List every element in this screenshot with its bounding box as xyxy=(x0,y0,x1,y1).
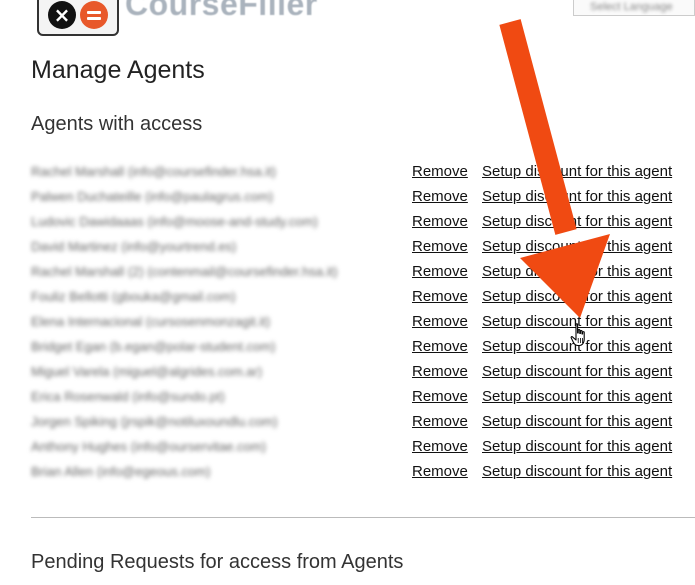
section-divider xyxy=(31,517,695,518)
remove-agent-link[interactable]: Remove xyxy=(412,238,468,255)
agent-row: Palwen Duchateille (info@paulagrus.com) … xyxy=(0,185,695,210)
agent-row: Erica Rosenwald (info@sundo.pt) Remove S… xyxy=(0,385,695,410)
setup-discount-link[interactable]: Setup discount for this agent xyxy=(482,388,672,405)
agents-section-title: Agents with access xyxy=(31,113,203,135)
setup-discount-link[interactable]: Setup discount for this agent xyxy=(482,238,672,255)
setup-discount-link[interactable]: Setup discount for this agent xyxy=(482,213,672,230)
agent-name: Jorgen Spiking (jrspik@notiluxoundlu.com… xyxy=(31,414,278,429)
setup-discount-link[interactable]: Setup discount for this agent xyxy=(482,288,672,305)
agent-list: Rachel Marshall (info@coursefinder.hsa.i… xyxy=(0,160,695,485)
language-select[interactable]: Select Language xyxy=(573,0,695,16)
language-select-label: Select Language xyxy=(590,1,673,13)
logo[interactable]: × xyxy=(37,0,119,36)
agent-row: Elena Internacional (cursosenmonzagit.it… xyxy=(0,310,695,335)
setup-discount-link[interactable]: Setup discount for this agent xyxy=(482,463,672,480)
remove-agent-link[interactable]: Remove xyxy=(412,363,468,380)
agent-row: Brian Allen (info@egeous.com) Remove Set… xyxy=(0,460,695,485)
remove-agent-link[interactable]: Remove xyxy=(412,288,468,305)
agent-row: Ludovic Dawidaaas (info@moose-and-study.… xyxy=(0,210,695,235)
equals-logo-icon xyxy=(80,1,108,29)
agent-row: Fouliz Bellotti (gbouka@gmail.com) Remov… xyxy=(0,285,695,310)
agent-name: Elena Internacional (cursosenmonzagit.it… xyxy=(31,314,271,329)
remove-agent-link[interactable]: Remove xyxy=(412,188,468,205)
agent-name: Anthony Hughes (info@ourservitae.com) xyxy=(31,439,267,454)
setup-discount-link[interactable]: Setup discount for this agent xyxy=(482,188,672,205)
setup-discount-link[interactable]: Setup discount for this agent xyxy=(482,363,672,380)
agent-row: Anthony Hughes (info@ourservitae.com) Re… xyxy=(0,435,695,460)
agent-row: Bridget Egan (b.egan@polar-student.com) … xyxy=(0,335,695,360)
remove-agent-link[interactable]: Remove xyxy=(412,438,468,455)
pending-requests-title: Pending Requests for access from Agents xyxy=(31,551,404,573)
remove-agent-link[interactable]: Remove xyxy=(412,413,468,430)
setup-discount-link[interactable]: Setup discount for this agent xyxy=(482,313,672,330)
setup-discount-link[interactable]: Setup discount for this agent xyxy=(482,438,672,455)
remove-agent-link[interactable]: Remove xyxy=(412,313,468,330)
close-logo-icon: × xyxy=(48,1,76,29)
agent-name: Brian Allen (info@egeous.com) xyxy=(31,464,211,479)
agent-name: Erica Rosenwald (info@sundo.pt) xyxy=(31,389,225,404)
agent-name: Miguel Varela (miguel@algrides.com.ar) xyxy=(31,364,263,379)
setup-discount-link[interactable]: Setup discount for this agent xyxy=(482,163,672,180)
remove-agent-link[interactable]: Remove xyxy=(412,388,468,405)
page-title: Manage Agents xyxy=(31,56,205,84)
remove-agent-link[interactable]: Remove xyxy=(412,163,468,180)
setup-discount-link[interactable]: Setup discount for this agent xyxy=(482,338,672,355)
agent-row: Jorgen Spiking (jrspik@notiluxoundlu.com… xyxy=(0,410,695,435)
agent-row: Rachel Marshall (2) (contenmail@coursefi… xyxy=(0,260,695,285)
agent-name: Palwen Duchateille (info@paulagrus.com) xyxy=(31,189,274,204)
agent-name: Rachel Marshall (2) (contenmail@coursefi… xyxy=(31,264,338,279)
manage-agents-page: × CourseFiller Select Language Manage Ag… xyxy=(0,0,695,585)
remove-agent-link[interactable]: Remove xyxy=(412,213,468,230)
agent-row: Miguel Varela (miguel@algrides.com.ar) R… xyxy=(0,360,695,385)
remove-agent-link[interactable]: Remove xyxy=(412,338,468,355)
agent-name: Bridget Egan (b.egan@polar-student.com) xyxy=(31,339,276,354)
remove-agent-link[interactable]: Remove xyxy=(412,263,468,280)
setup-discount-link[interactable]: Setup discount for this agent xyxy=(482,263,672,280)
remove-agent-link[interactable]: Remove xyxy=(412,463,468,480)
agent-name: David Martinez (info@yourtrend.es) xyxy=(31,239,237,254)
brand-name: CourseFiller xyxy=(125,0,318,22)
agent-row: Rachel Marshall (info@coursefinder.hsa.i… xyxy=(0,160,695,185)
setup-discount-link[interactable]: Setup discount for this agent xyxy=(482,413,672,430)
agent-name: Ludovic Dawidaaas (info@moose-and-study.… xyxy=(31,214,318,229)
agent-row: David Martinez (info@yourtrend.es) Remov… xyxy=(0,235,695,260)
agent-name: Rachel Marshall (info@coursefinder.hsa.i… xyxy=(31,164,277,179)
agent-name: Fouliz Bellotti (gbouka@gmail.com) xyxy=(31,289,236,304)
